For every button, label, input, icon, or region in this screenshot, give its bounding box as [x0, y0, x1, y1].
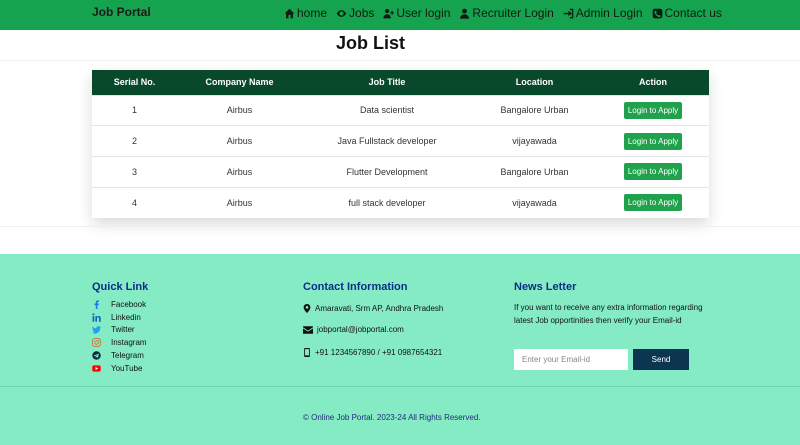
quick-link-label: Twitter [111, 325, 135, 335]
eye-icon [336, 9, 347, 17]
nav-item-admin-login[interactable]: Admin Login [563, 6, 643, 20]
newsletter-email-input[interactable] [514, 349, 628, 370]
nav-item-label: User login [396, 6, 451, 20]
table-header-row: Serial No. Company Name Job Title Locati… [92, 70, 709, 95]
cell-job-title: Flutter Development [346, 166, 428, 177]
login-to-apply-button[interactable]: Login to Apply [623, 132, 683, 150]
sign-in-icon [563, 8, 574, 18]
cell-action: Login to Apply [597, 126, 709, 157]
linkedin-icon [92, 313, 101, 322]
login-to-apply-button[interactable]: Login to Apply [623, 101, 683, 119]
nav-item-user-login[interactable]: User login [383, 6, 450, 20]
cell-location: Bangalore Urban [500, 166, 569, 177]
footer: Quick Link Facebook Linkedin Twitter Ins… [0, 254, 800, 445]
header-company: Company Name [205, 77, 274, 88]
user-plus-icon [383, 8, 395, 18]
cell-company: Airbus [226, 197, 253, 208]
contact-email-text[interactable]: jobportal@jobportal.com [317, 325, 404, 334]
nav-item-jobs[interactable]: Jobs [336, 6, 374, 20]
send-button[interactable]: Send [633, 349, 689, 370]
nav-item-label: Jobs [349, 6, 375, 20]
nav-item-recruiter-login[interactable]: Recruiter Login [459, 6, 554, 20]
cell-location: vijayawada [512, 197, 557, 208]
nav-item-label: home [297, 6, 328, 20]
youtube-icon [92, 365, 101, 372]
contact-address: Amaravati, Srm AP, Andhra Pradesh [303, 304, 443, 313]
nav-item-label: Recruiter Login [472, 6, 554, 20]
envelope-icon [303, 325, 313, 334]
quick-link-instagram[interactable]: Instagram [92, 336, 147, 349]
cell-company: Airbus [226, 136, 253, 147]
cell-serial: 4 [131, 197, 137, 208]
quick-link-facebook[interactable]: Facebook [92, 298, 147, 311]
table-row: 1 Airbus Data scientist Bangalore Urban … [92, 95, 709, 126]
cell-job-title: Java Fullstack developer [337, 136, 437, 147]
login-to-apply-button[interactable]: Login to Apply [623, 163, 683, 181]
contact-phone: +91 1234567890 / +91 0987654321 [303, 348, 442, 357]
nav-item-label: Admin Login [575, 6, 643, 20]
cell-action: Login to Apply [597, 95, 709, 126]
contact-email: jobportal@jobportal.com [303, 325, 404, 334]
newsletter-description: If you want to receive any extra informa… [514, 303, 703, 325]
instagram-icon [92, 338, 101, 348]
header-action: Action [639, 77, 667, 88]
cell-job-title: full stack developer [348, 197, 426, 208]
cell-action: Login to Apply [597, 187, 709, 218]
job-table: Serial No. Company Name Job Title Locati… [92, 70, 709, 218]
twitter-icon [92, 326, 101, 334]
quick-link-label: Linkedin [111, 312, 141, 322]
cell-serial: 1 [131, 105, 137, 116]
user-icon [460, 8, 470, 19]
facebook-icon [94, 300, 99, 309]
table-row: 3 Airbus Flutter Development Bangalore U… [92, 156, 709, 188]
page-title: Job List [336, 33, 406, 53]
newsletter-heading: News Letter [514, 281, 577, 293]
quick-link-label: Telegram [111, 351, 144, 361]
telegram-icon [92, 351, 101, 360]
cell-company: Airbus [226, 105, 253, 116]
section-divider [0, 226, 800, 254]
navbar: Job Portal home Jobs User login Recruite… [0, 0, 800, 30]
map-marker-icon [303, 304, 311, 313]
mobile-phone-icon [304, 348, 310, 357]
quick-link-label: Facebook [111, 299, 147, 309]
cell-company: Airbus [226, 166, 253, 177]
table-row: 2 Airbus Java Fullstack developer vijaya… [92, 125, 709, 157]
copyright-text: © Online Job Portal. 2023-24 All Rights … [303, 413, 481, 422]
login-to-apply-button[interactable]: Login to Apply [623, 194, 683, 212]
quick-link-label: Instagram [111, 338, 147, 348]
contact-heading: Contact Information [303, 281, 408, 293]
header-serial: Serial No. [113, 77, 156, 88]
nav-item-contact-us[interactable]: Contact us [652, 6, 722, 20]
cell-action: Login to Apply [597, 157, 709, 188]
brand-logo[interactable]: Job Portal [92, 5, 151, 19]
nav-menu: home Jobs User login Recruiter Login Adm… [284, 6, 722, 20]
cell-location: Bangalore Urban [500, 105, 569, 116]
quick-link-label: YouTube [111, 363, 143, 373]
job-table-card: Serial No. Company Name Job Title Locati… [92, 70, 709, 218]
cell-serial: 2 [131, 136, 137, 147]
cell-serial: 3 [131, 166, 137, 177]
contact-phone-text: +91 1234567890 / +91 0987654321 [315, 348, 443, 357]
quick-link-twitter[interactable]: Twitter [92, 324, 147, 337]
quick-link-youtube[interactable]: YouTube [92, 362, 147, 375]
header-location: Location [515, 77, 554, 88]
table-row: 4 Airbus full stack developer vijayawada… [92, 187, 709, 218]
cell-job-title: Data scientist [359, 105, 415, 116]
footer-divider [0, 386, 800, 387]
phone-icon [652, 8, 662, 18]
nav-item-home[interactable]: home [284, 6, 327, 20]
quick-link-heading: Quick Link [92, 281, 149, 293]
quick-link-list: Facebook Linkedin Twitter Instagram Tele… [92, 298, 147, 375]
cell-location: vijayawada [512, 136, 557, 147]
contact-address-text: Amaravati, Srm AP, Andhra Pradesh [315, 304, 444, 313]
home-icon [284, 8, 295, 18]
nav-item-label: Contact us [664, 6, 722, 20]
header-job-title: Job Title [368, 77, 406, 88]
quick-link-telegram[interactable]: Telegram [92, 349, 147, 362]
quick-link-linkedin[interactable]: Linkedin [92, 311, 147, 324]
